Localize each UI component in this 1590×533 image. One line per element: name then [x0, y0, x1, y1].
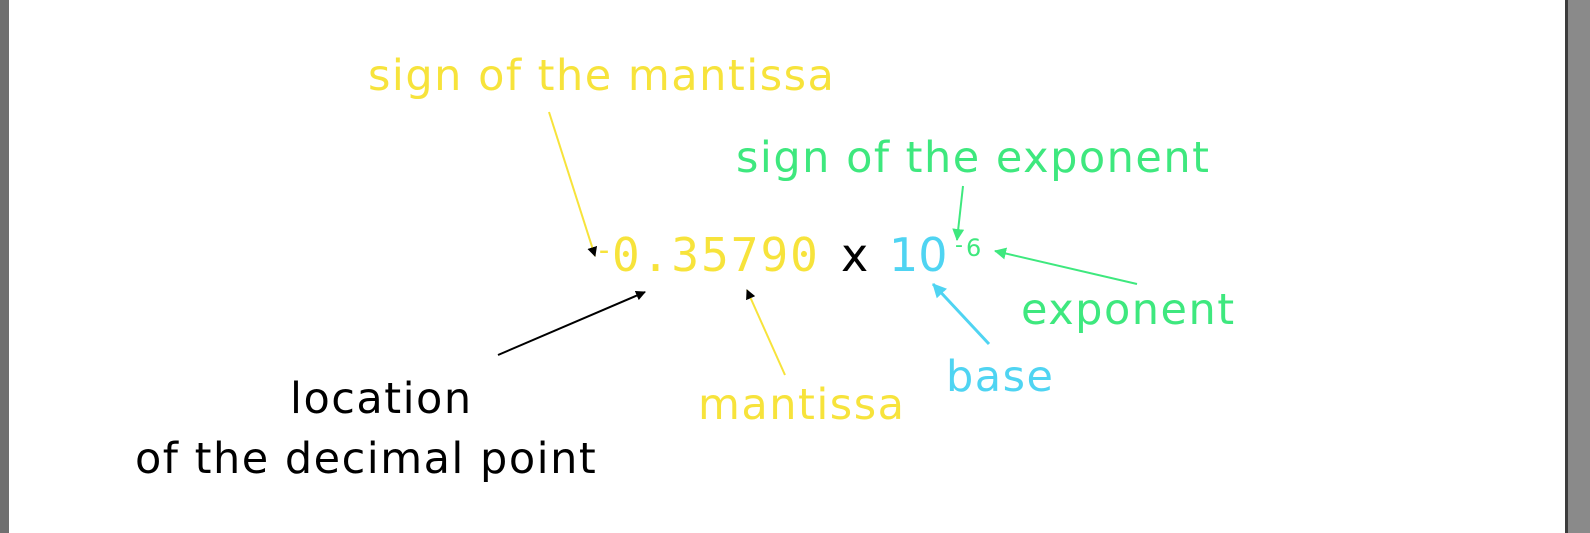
arrow-sign-of-exponent — [952, 185, 965, 241]
arrow-exponent — [994, 247, 1138, 285]
annotation-arrows — [497, 111, 1138, 376]
window-frame-left — [0, 0, 9, 533]
arrow-base — [931, 282, 991, 346]
arrow-decimal-point — [497, 290, 646, 356]
window-frame-right — [1568, 0, 1590, 533]
arrow-sign-of-mantissa — [548, 111, 598, 257]
arrow-mantissa — [746, 289, 786, 376]
slide-canvas: sign of the mantissa sign of the exponen… — [9, 0, 1543, 533]
